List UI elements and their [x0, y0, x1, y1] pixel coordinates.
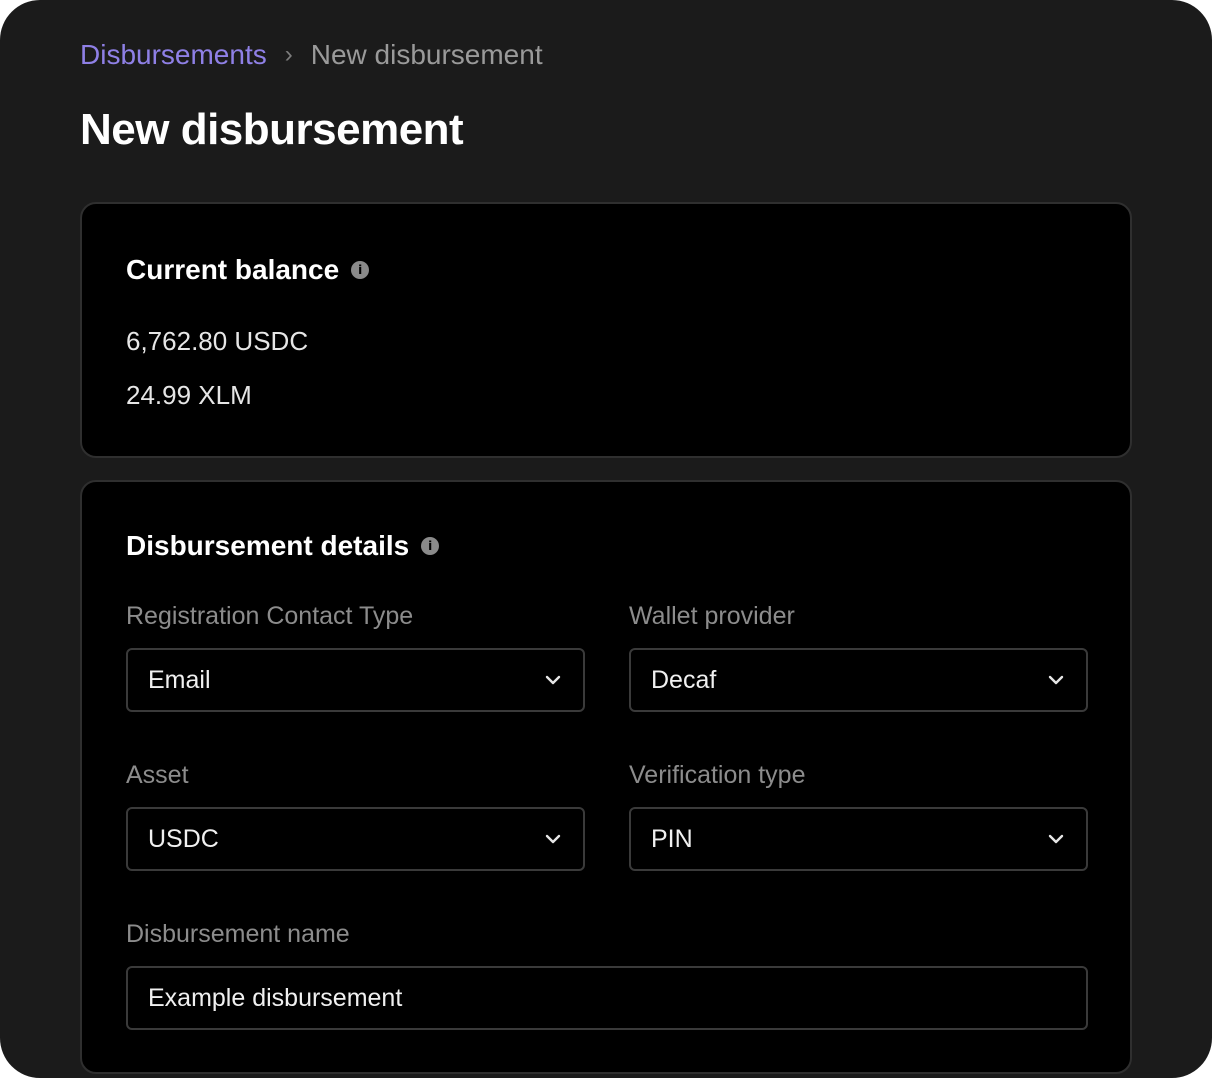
wallet-provider-label: Wallet provider — [629, 602, 795, 630]
registration-contact-type-select[interactable]: Email — [126, 648, 585, 712]
disbursement-details-title: Disbursement details — [126, 530, 410, 561]
asset-select[interactable]: USDC — [126, 807, 585, 871]
asset-value: USDC — [148, 824, 219, 853]
breadcrumb-disbursements-link[interactable]: Disbursements — [80, 38, 267, 72]
balance-usdc: 6,762.80 USDC — [126, 326, 309, 356]
disbursement-name-value: Example disbursement — [148, 983, 403, 1012]
current-balance-card: Current balance i 6,762.80 USDC 24.99 XL… — [80, 202, 1132, 458]
disbursement-name-input[interactable]: Example disbursement — [126, 966, 1088, 1030]
asset-label: Asset — [126, 761, 189, 789]
wallet-provider-value: Decaf — [651, 665, 717, 694]
breadcrumb-current: New disbursement — [310, 39, 543, 70]
disbursement-details-heading: Disbursement details i — [126, 530, 440, 562]
balance-xlm: 24.99 XLM — [126, 380, 252, 410]
current-balance-heading: Current balance i — [126, 254, 370, 286]
verification-type-label: Verification type — [629, 761, 806, 789]
registration-contact-type-value: Email — [148, 665, 211, 694]
current-balance-title: Current balance — [126, 254, 340, 285]
page-title: New disbursement — [80, 105, 464, 154]
app-window: Disbursements › New disbursement New dis… — [0, 0, 1212, 1078]
registration-contact-type-label: Registration Contact Type — [126, 602, 414, 630]
verification-type-value: PIN — [651, 824, 693, 853]
chevron-down-icon — [545, 675, 561, 685]
wallet-provider-select[interactable]: Decaf — [629, 648, 1088, 712]
disbursement-details-card: Disbursement details i Registration Cont… — [80, 480, 1132, 1074]
breadcrumb-separator: › — [284, 41, 293, 68]
disbursement-name-label: Disbursement name — [126, 920, 350, 948]
info-icon[interactable]: i — [421, 537, 440, 555]
breadcrumb: Disbursements › New disbursement — [80, 38, 543, 72]
verification-type-select[interactable]: PIN — [629, 807, 1088, 871]
info-icon[interactable]: i — [351, 261, 370, 279]
chevron-down-icon — [545, 834, 561, 844]
chevron-down-icon — [1048, 675, 1064, 685]
chevron-down-icon — [1048, 834, 1064, 844]
